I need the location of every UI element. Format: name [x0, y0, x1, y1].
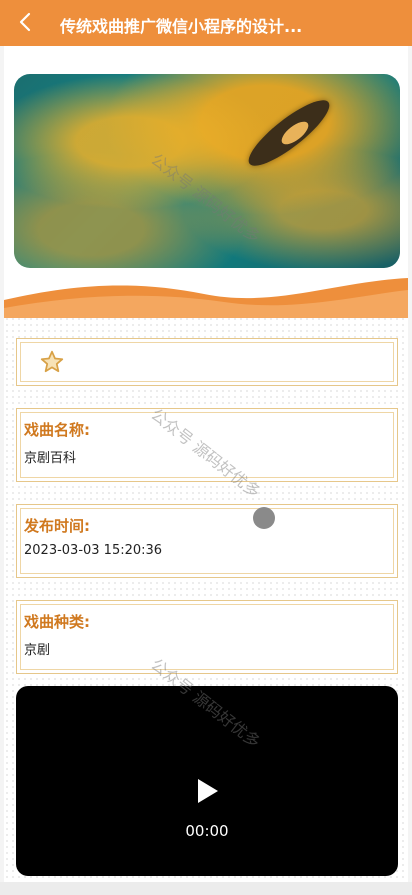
bottom-bar	[0, 882, 412, 895]
field-value: 2023-03-03 15:20:36	[24, 543, 163, 558]
banner-image	[14, 74, 400, 268]
category-card: 戏曲种类: 京剧	[16, 600, 398, 674]
time-card: 发布时间: 2023-03-03 15:20:36	[16, 504, 398, 578]
banner-area	[4, 46, 408, 318]
video-time: 00:00	[185, 822, 229, 840]
header-bar: 传统戏曲推广微信小程序的设计...	[0, 0, 412, 46]
field-label: 戏曲名称:	[24, 421, 90, 439]
play-icon[interactable]	[196, 778, 220, 804]
field-value: 京剧	[24, 643, 51, 658]
touch-indicator	[253, 507, 275, 529]
chevron-left-icon	[19, 12, 31, 32]
star-outline-icon[interactable]	[39, 349, 65, 375]
video-player[interactable]: 00:00	[16, 686, 398, 876]
page-title: 传统戏曲推广微信小程序的设计...	[60, 17, 303, 36]
back-button[interactable]	[14, 11, 36, 33]
detail-page: 戏曲名称: 京剧百科 发布时间: 2023-03-03 15:20:36 戏曲种…	[4, 46, 408, 895]
field-label: 发布时间:	[24, 517, 90, 535]
field-value: 京剧百科	[24, 451, 77, 466]
name-card: 戏曲名称: 京剧百科	[16, 408, 398, 482]
favorite-card	[16, 338, 398, 386]
wave-decoration	[4, 278, 408, 318]
field-label: 戏曲种类:	[24, 613, 90, 631]
